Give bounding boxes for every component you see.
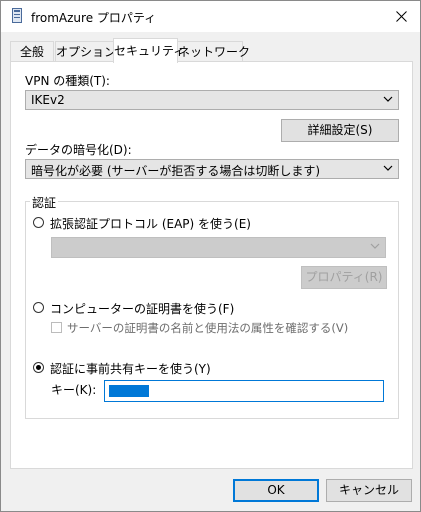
certificate-radio[interactable]: [33, 302, 44, 313]
certificate-label[interactable]: コンピューターの証明書を使う(F): [50, 300, 234, 317]
verify-cert-label[interactable]: サーバーの証明書の名前と使用法の属性を確認する(V): [67, 320, 348, 336]
vpn-type-select[interactable]: IKEv2: [25, 90, 399, 110]
auth-group-title: 認証: [30, 194, 59, 211]
encryption-value: 暗号化が必要 (サーバーが拒否する場合は切断します): [31, 164, 321, 178]
key-label: キー(K):: [51, 383, 97, 397]
vpn-type-label: VPN の種類(T):: [25, 74, 110, 88]
tab-general[interactable]: 全般: [10, 41, 54, 62]
psk-radio[interactable]: [33, 362, 44, 373]
window-title: fromAzure プロパティ: [31, 11, 157, 25]
eap-properties-button[interactable]: プロパティ(R): [301, 266, 387, 289]
properties-dialog: fromAzure プロパティ 全般 オプション セキュリティ ネットワーク V…: [0, 0, 421, 512]
close-button[interactable]: [382, 1, 420, 32]
psk-label[interactable]: 認証に事前共有キーを使う(Y): [50, 360, 211, 377]
tab-options[interactable]: オプション: [55, 41, 116, 62]
ok-button[interactable]: OK: [233, 479, 319, 502]
vpn-type-value: IKEv2: [31, 93, 65, 107]
chevron-down-icon: [383, 96, 393, 102]
tab-network[interactable]: ネットワーク: [177, 41, 250, 62]
verify-cert-checkbox[interactable]: [51, 322, 62, 333]
eap-method-select[interactable]: [51, 237, 386, 258]
advanced-settings-button[interactable]: 詳細設定(S): [281, 119, 399, 142]
encryption-select[interactable]: 暗号化が必要 (サーバーが拒否する場合は切断します): [25, 159, 399, 179]
eap-radio[interactable]: [33, 217, 44, 228]
chevron-down-icon: [370, 243, 380, 249]
preshared-key-input[interactable]: [104, 380, 384, 402]
eap-label[interactable]: 拡張認証プロトコル (EAP) を使う(E): [50, 215, 251, 232]
title-bar: fromAzure プロパティ: [1, 1, 420, 32]
key-selection: [109, 385, 149, 397]
chevron-down-icon: [383, 165, 393, 171]
tab-security[interactable]: セキュリティ: [113, 38, 185, 63]
security-tab-panel: VPN の種類(T): IKEv2 詳細設定(S) データの暗号化(D): 暗号…: [10, 61, 413, 469]
close-icon: [395, 11, 407, 22]
phone-book-icon: [12, 8, 22, 23]
cancel-button[interactable]: キャンセル: [326, 479, 412, 502]
encryption-label: データの暗号化(D):: [25, 143, 132, 157]
